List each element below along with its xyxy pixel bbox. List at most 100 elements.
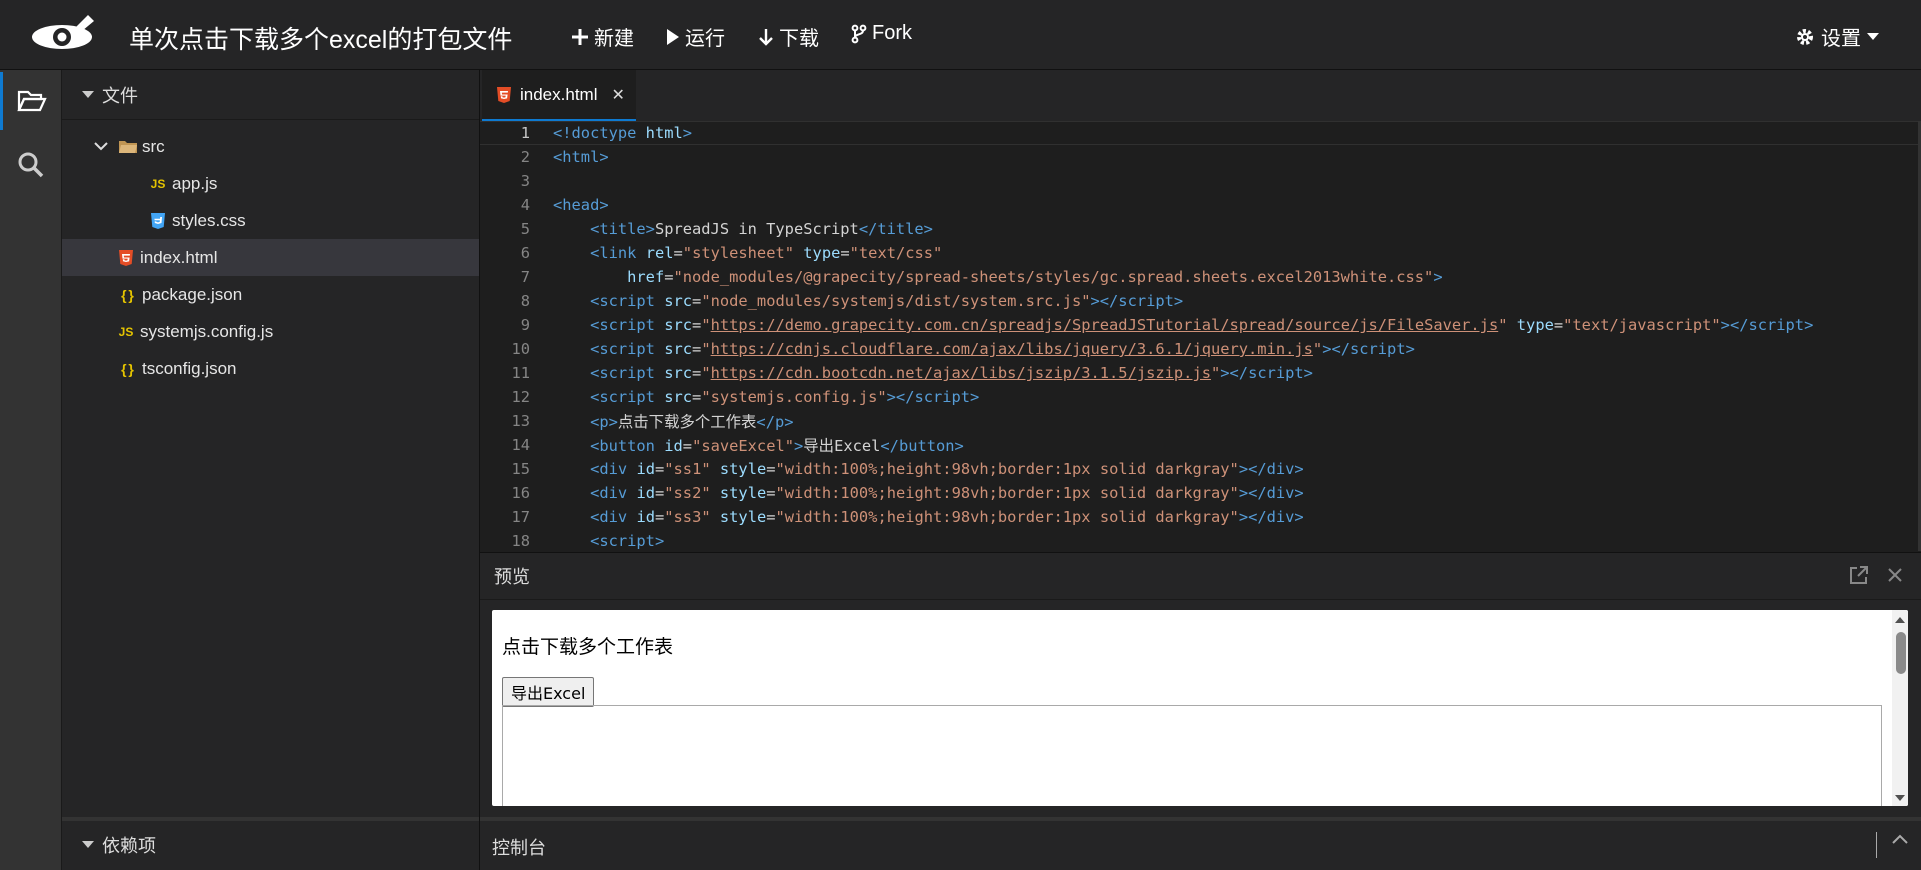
files-section-title: 文件 bbox=[102, 85, 138, 106]
console-divider bbox=[1876, 832, 1877, 858]
download-button-label: 下载 bbox=[779, 28, 819, 50]
preview-panel: 预览 点击下载多个工作表 导出Excel bbox=[480, 552, 1921, 817]
code-token: <html> bbox=[553, 148, 609, 166]
line-number: 9 bbox=[520, 316, 530, 334]
tree-file-app-js[interactable]: JS app.js bbox=[62, 165, 479, 202]
code-token: <head> bbox=[553, 196, 609, 214]
line-number: 10 bbox=[511, 340, 530, 358]
code-line: 12 <script src="systemjs.config.js"></sc… bbox=[480, 385, 1921, 409]
json-icon: { } bbox=[121, 360, 134, 377]
console-panel[interactable]: 控制台 bbox=[480, 817, 1921, 870]
line-number: 14 bbox=[511, 436, 530, 454]
line-number: 13 bbox=[511, 412, 530, 430]
search-tab[interactable] bbox=[0, 136, 61, 194]
caret-down-icon bbox=[82, 90, 94, 98]
code-token: "ss2" bbox=[664, 484, 711, 502]
console-title: 控制台 bbox=[492, 838, 546, 858]
code-token: 导出Excel bbox=[803, 437, 881, 455]
tree-file-label: tsconfig.json bbox=[142, 358, 237, 378]
line-number: 1 bbox=[520, 124, 530, 142]
tree-file-package-json[interactable]: { } package.json bbox=[62, 276, 479, 313]
fork-button[interactable]: Fork bbox=[851, 22, 912, 45]
tree-file-label: package.json bbox=[142, 284, 243, 304]
caret-down-icon bbox=[82, 841, 94, 848]
code-link[interactable]: https://demo.grapecity.com.cn/spreadjs/S… bbox=[711, 316, 1499, 334]
json-icon: { } bbox=[121, 286, 134, 303]
run-button-label: 运行 bbox=[685, 28, 725, 50]
preview-scrollbar[interactable] bbox=[1892, 610, 1908, 806]
explorer-tab[interactable] bbox=[0, 72, 61, 130]
code-line: 16 <div id="ss2" style="width:100%;heigh… bbox=[480, 481, 1921, 505]
logo-icon[interactable] bbox=[28, 13, 96, 57]
close-icon[interactable]: ✕ bbox=[611, 85, 624, 105]
code-line: 15 <div id="ss1" style="width:100%;heigh… bbox=[480, 457, 1921, 481]
folder-open-icon bbox=[17, 90, 47, 112]
fork-button-label: Fork bbox=[872, 22, 912, 44]
html5-icon bbox=[497, 86, 511, 103]
tree-folder-src[interactable]: src bbox=[62, 128, 479, 165]
project-title: 单次点击下载多个excel的打包文件 bbox=[129, 26, 513, 54]
tree-file-index-html[interactable]: index.html bbox=[62, 239, 479, 276]
code-line: 8 <script src="node_modules/systemjs/dis… bbox=[480, 289, 1921, 313]
code-token: "width:100%;height:98vh;border:1px solid… bbox=[775, 484, 1239, 502]
close-icon[interactable] bbox=[1887, 567, 1903, 583]
code-link[interactable]: https://cdn.bootcdn.net/ajax/libs/jszip/… bbox=[711, 364, 1211, 382]
code-line: 14 <button id="saveExcel">导出Excel</butto… bbox=[480, 433, 1921, 457]
gear-icon bbox=[1797, 28, 1813, 45]
arrow-down-icon bbox=[759, 28, 773, 46]
preview-frame[interactable]: 点击下载多个工作表 导出Excel bbox=[492, 610, 1908, 806]
line-number: 11 bbox=[511, 364, 530, 382]
line-number: 15 bbox=[511, 460, 530, 478]
chevron-up-icon[interactable] bbox=[1891, 833, 1909, 845]
code-token: "text/css" bbox=[849, 244, 943, 262]
code-line: 18 <script> bbox=[480, 529, 1921, 551]
tree-file-label: index.html bbox=[140, 247, 218, 267]
code-token: "width:100%;height:98vh;border:1px solid… bbox=[775, 460, 1239, 478]
code-token: "text/javascript" bbox=[1563, 316, 1721, 334]
code-editor: index.html ✕ 1 <!doctype html> 2 <html> 3 … bbox=[480, 70, 1921, 551]
code-line: 3 bbox=[480, 169, 1921, 193]
tab-label: index.html bbox=[520, 84, 598, 104]
plus-icon bbox=[572, 28, 588, 45]
scroll-up-icon[interactable] bbox=[1892, 614, 1908, 626]
caret-down-icon bbox=[1867, 32, 1879, 40]
tab-index-html[interactable]: index.html ✕ bbox=[482, 70, 636, 121]
code-line: 4 <head> bbox=[480, 193, 1921, 217]
css3-icon bbox=[151, 212, 165, 229]
tree-file-tsconfig-json[interactable]: { } tsconfig.json bbox=[62, 350, 479, 387]
html5-icon bbox=[119, 249, 133, 266]
scroll-down-icon[interactable] bbox=[1892, 792, 1908, 804]
preview-actions bbox=[1849, 565, 1903, 585]
code-area[interactable]: 1 <!doctype html> 2 <html> 3 4 <head> 5 <ti… bbox=[480, 121, 1921, 551]
dependencies-section-header[interactable]: 依赖项 bbox=[62, 820, 499, 870]
run-button[interactable]: 运行 bbox=[666, 22, 725, 51]
line-number: 3 bbox=[520, 172, 530, 190]
activity-bar bbox=[0, 70, 62, 870]
preview-title: 预览 bbox=[494, 567, 530, 587]
open-external-icon[interactable] bbox=[1849, 565, 1869, 585]
code-token: "systemjs.config.js" bbox=[701, 388, 887, 406]
play-icon bbox=[667, 28, 679, 45]
code-token: "ss1" bbox=[664, 460, 711, 478]
search-icon bbox=[18, 152, 43, 178]
files-section-header[interactable]: 文件 bbox=[62, 70, 479, 120]
tree-file-styles-css[interactable]: styles.css bbox=[62, 202, 479, 239]
code-token: "ss3" bbox=[664, 508, 711, 526]
spreadsheet-container[interactable] bbox=[502, 705, 1882, 806]
folder-icon bbox=[119, 141, 137, 153]
code-line: 6 <link rel="stylesheet" type="text/css" bbox=[480, 241, 1921, 265]
line-number: 7 bbox=[520, 268, 530, 286]
top-bar: 单次点击下载多个excel的打包文件 新建 运行 下载 Fork 设置 bbox=[0, 0, 1921, 70]
download-button[interactable]: 下载 bbox=[758, 22, 819, 51]
tree-file-systemjs-config[interactable]: JS systemjs.config.js bbox=[62, 313, 479, 350]
code-token: <!doctype bbox=[553, 124, 637, 142]
code-line: 11 <script src="https://cdn.bootcdn.net/… bbox=[480, 361, 1921, 385]
scrollbar-thumb[interactable] bbox=[1896, 632, 1906, 674]
new-button[interactable]: 新建 bbox=[571, 22, 634, 51]
line-number: 17 bbox=[511, 508, 530, 526]
chevron-down-icon bbox=[94, 141, 108, 150]
tree-file-label: systemjs.config.js bbox=[140, 321, 274, 341]
settings-menu[interactable]: 设置 bbox=[1795, 22, 1879, 51]
code-link[interactable]: https://cdnjs.cloudflare.com/ajax/libs/j… bbox=[711, 340, 1313, 358]
export-excel-button[interactable]: 导出Excel bbox=[502, 677, 595, 707]
